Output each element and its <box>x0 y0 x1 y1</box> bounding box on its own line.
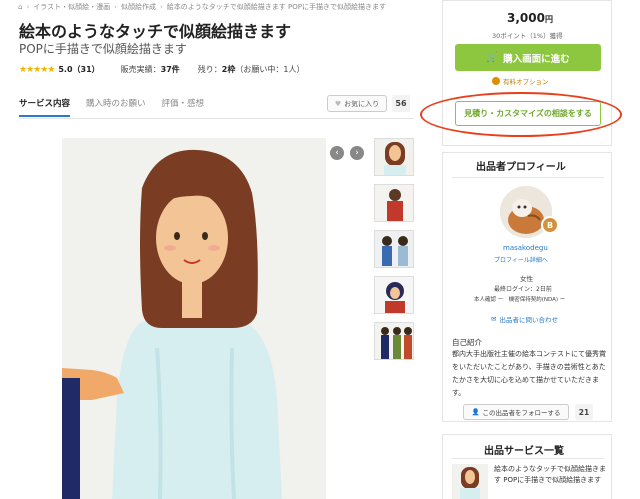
thumbnail-image[interactable] <box>374 138 414 176</box>
breadcrumb: ⌂ › イラスト・似顔絵・漫画 › 似顔絵作成 › 絵本のようなタッチで似顔絵描… <box>18 2 386 12</box>
breadcrumb-item[interactable]: イラスト・似顔絵・漫画 <box>33 2 110 12</box>
thumbnail-strip <box>374 138 414 368</box>
sales-stat: 販売実績：37件 <box>120 65 180 74</box>
buy-button[interactable]: 🛒 購入画面に進む <box>455 44 601 71</box>
service-thumbnail[interactable] <box>452 464 488 499</box>
favorite-label: お気に入り <box>344 99 380 108</box>
thumbnail-image[interactable] <box>374 276 414 314</box>
heart-icon: ♥ <box>334 99 342 108</box>
home-icon[interactable]: ⌂ <box>18 3 22 11</box>
tab-bar: サービス内容 購入時のお願い 評価・感想 <box>19 97 220 117</box>
highlight-annotation <box>420 92 622 137</box>
mail-icon: ✉ <box>491 315 497 323</box>
breadcrumb-separator: › <box>159 3 163 11</box>
services-heading: 出品サービス一覧 <box>484 446 564 457</box>
seller-gender: 女性 <box>520 275 533 283</box>
tab-divider <box>19 118 414 119</box>
breadcrumb-separator: › <box>114 3 117 11</box>
user-plus-icon: 👤 <box>471 408 480 416</box>
slots-stat: 残り：2枠（お願い中：1人） <box>197 65 305 74</box>
service-item-title[interactable]: 絵本のようなタッチで似顔絵描きます POPに手描きで似顔絵描きます <box>494 464 606 486</box>
tab-service-content[interactable]: サービス内容 <box>19 97 71 117</box>
breadcrumb-current: 絵本のようなタッチで似顔絵描きます POPに手描きで似顔絵描きます <box>166 3 386 11</box>
breadcrumb-item[interactable]: 似顔絵作成 <box>121 2 156 12</box>
price: 3,000円 <box>507 11 553 25</box>
gallery-nav: ‹ › <box>330 146 364 160</box>
profile-heading: 出品者プロフィール <box>476 162 566 173</box>
star-rating-icon: ★★★★★ <box>19 64 55 75</box>
divider <box>452 458 604 459</box>
thumbnail-image[interactable] <box>374 230 414 268</box>
last-login: 最終ログイン：2日前 <box>494 286 552 293</box>
follow-label: この出品者をフォローする <box>482 409 561 417</box>
buy-button-label: 購入画面に進む <box>503 53 570 65</box>
chevron-left-icon[interactable]: ‹ <box>330 146 344 160</box>
favorite-button[interactable]: ♥ お気に入り <box>327 95 387 112</box>
contact-seller-link[interactable]: ✉ 出品者に問い合わせ <box>491 314 558 324</box>
intro-text: 都内大手出版社主催の絵本コンテストにて優秀賞をいただいたことがあり、手描きの芸術… <box>452 350 606 397</box>
profile-detail-link[interactable]: プロフィール詳細へ <box>494 255 548 264</box>
paid-option-link[interactable]: 有料オプション <box>492 76 549 86</box>
seller-username[interactable]: masakodegu <box>503 244 548 252</box>
follow-button[interactable]: 👤 この出品者をフォローする <box>463 404 569 420</box>
page-subtitle: POPに手描きで似顔絵描きます <box>19 42 187 56</box>
tab-purchase-request[interactable]: 購入時のお願い <box>86 97 146 117</box>
plus-icon <box>492 77 500 85</box>
rank-badge: B <box>541 216 559 234</box>
tab-reviews[interactable]: 評価・感想 <box>162 97 205 117</box>
follow-count: 21 <box>575 404 593 420</box>
verification-status: 本人確認 ー 機密保持契約(NDA) ー <box>474 297 566 303</box>
breadcrumb-separator: › <box>26 3 30 11</box>
page-title: 絵本のようなタッチで似顔絵描きます <box>19 22 292 41</box>
intro-heading: 自己紹介 <box>452 338 482 347</box>
paid-option-label: 有料オプション <box>503 78 549 86</box>
contact-label: 出品者に問い合わせ <box>499 316 558 324</box>
main-illustration-image <box>62 138 326 499</box>
rating-score[interactable]: 5.0（31） <box>58 64 99 75</box>
chevron-right-icon[interactable]: › <box>350 146 364 160</box>
thumbnail-image[interactable] <box>374 322 414 360</box>
rating-row: ★★★★★ 5.0（31） 販売実績：37件 残り：2枠（お願い中：1人） <box>19 64 304 75</box>
divider <box>452 177 604 178</box>
favorite-count: 56 <box>392 95 410 112</box>
points-info: 30ポイント（1%）獲得 <box>492 32 563 40</box>
thumbnail-image[interactable] <box>374 184 414 222</box>
cart-icon: 🛒 <box>486 52 499 63</box>
